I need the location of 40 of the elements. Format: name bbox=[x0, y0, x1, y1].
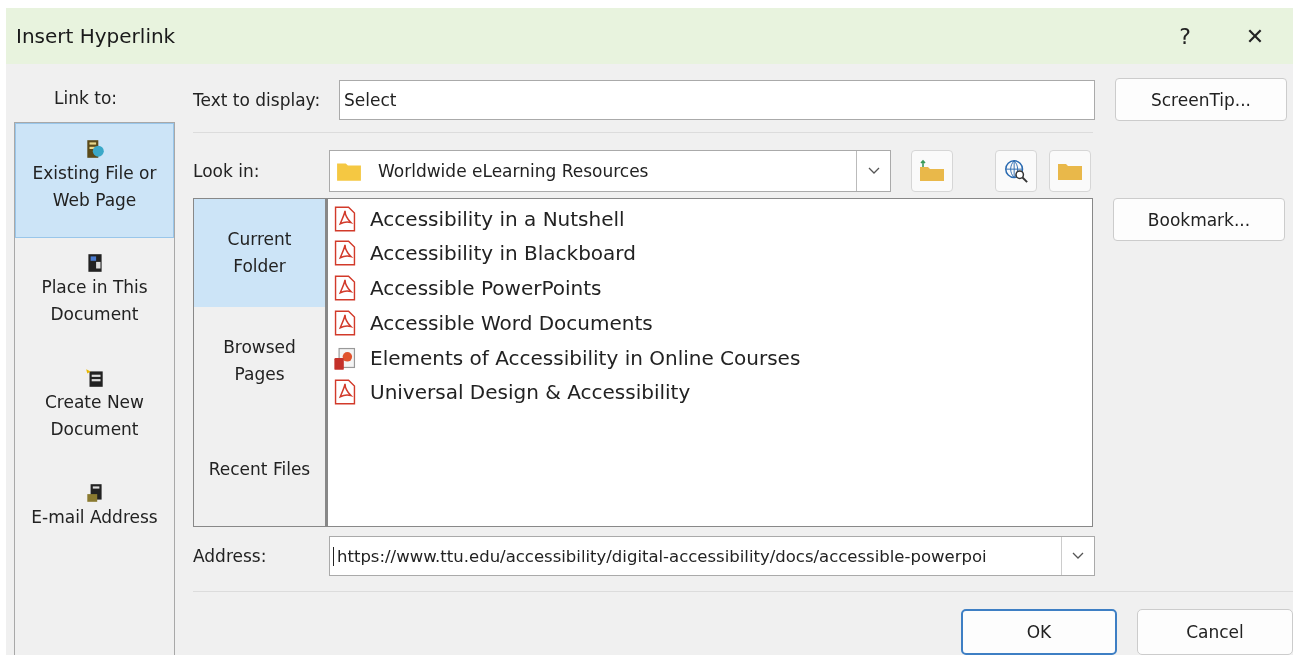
cancel-button[interactable]: Cancel bbox=[1137, 609, 1293, 655]
place-tab[interactable]: Current Folder bbox=[194, 199, 325, 308]
chevron-down-icon bbox=[867, 167, 880, 176]
chevron-down-icon bbox=[1072, 552, 1084, 561]
pdf-file-icon bbox=[334, 379, 356, 406]
link-type-item[interactable]: Create New Document bbox=[15, 353, 174, 468]
place-tab[interactable]: Browsed Pages bbox=[194, 307, 325, 416]
pdf-file-icon bbox=[334, 240, 356, 267]
link-type-item[interactable]: E-mail Address bbox=[15, 468, 174, 583]
bookmark-button[interactable]: Bookmark... bbox=[1113, 198, 1285, 242]
text-to-display-field[interactable]: Select bbox=[339, 79, 1095, 120]
file-item[interactable]: Accessible Word Documents bbox=[328, 305, 1092, 341]
link-to-label: Link to: bbox=[54, 88, 118, 110]
folder-icon bbox=[336, 160, 362, 183]
browse-web-button[interactable] bbox=[995, 150, 1037, 193]
file-item[interactable]: Elements of Accessibility in Online Courses bbox=[328, 340, 1092, 375]
new-document-icon bbox=[83, 367, 106, 389]
address-field[interactable]: https://www.ttu.edu/accessibility/digital-accessibility/docs/accessible-powerpoi bbox=[329, 536, 1095, 577]
look-in-label: Look in: bbox=[193, 161, 261, 182]
link-type-item[interactable]: Existing File or Web Page bbox=[15, 123, 174, 238]
file-item[interactable]: Universal Design & Accessibility bbox=[328, 374, 1092, 410]
help-button[interactable]: ? bbox=[1161, 16, 1209, 56]
close-button[interactable]: ✕ bbox=[1231, 16, 1279, 56]
file-item[interactable]: Accessible PowerPoints bbox=[328, 270, 1092, 306]
browse-file-button[interactable] bbox=[1049, 150, 1091, 193]
look-in-dropdown[interactable]: Worldwide eLearning Resources bbox=[329, 150, 891, 193]
up-folder-button[interactable] bbox=[911, 150, 953, 193]
address-label: Address: bbox=[193, 546, 268, 567]
screentip-button[interactable]: ScreenTip... bbox=[1115, 78, 1287, 122]
place-tab[interactable]: Recent Files bbox=[194, 415, 325, 524]
window-title: Insert Hyperlink bbox=[16, 24, 177, 48]
pdf-file-icon bbox=[334, 309, 356, 336]
pdf-file-icon bbox=[334, 205, 356, 232]
text-to-display-label: Text to display: bbox=[193, 89, 322, 110]
file-item[interactable]: Accessibility in Blackboard bbox=[328, 236, 1092, 271]
pdf-file-icon bbox=[334, 275, 356, 302]
globe-search-icon bbox=[1002, 158, 1030, 185]
file-item[interactable]: Accessibility in a Nutshell bbox=[328, 201, 1092, 237]
link-type-item[interactable]: Place in This Document bbox=[15, 238, 174, 353]
ok-button[interactable]: OK bbox=[961, 609, 1117, 655]
